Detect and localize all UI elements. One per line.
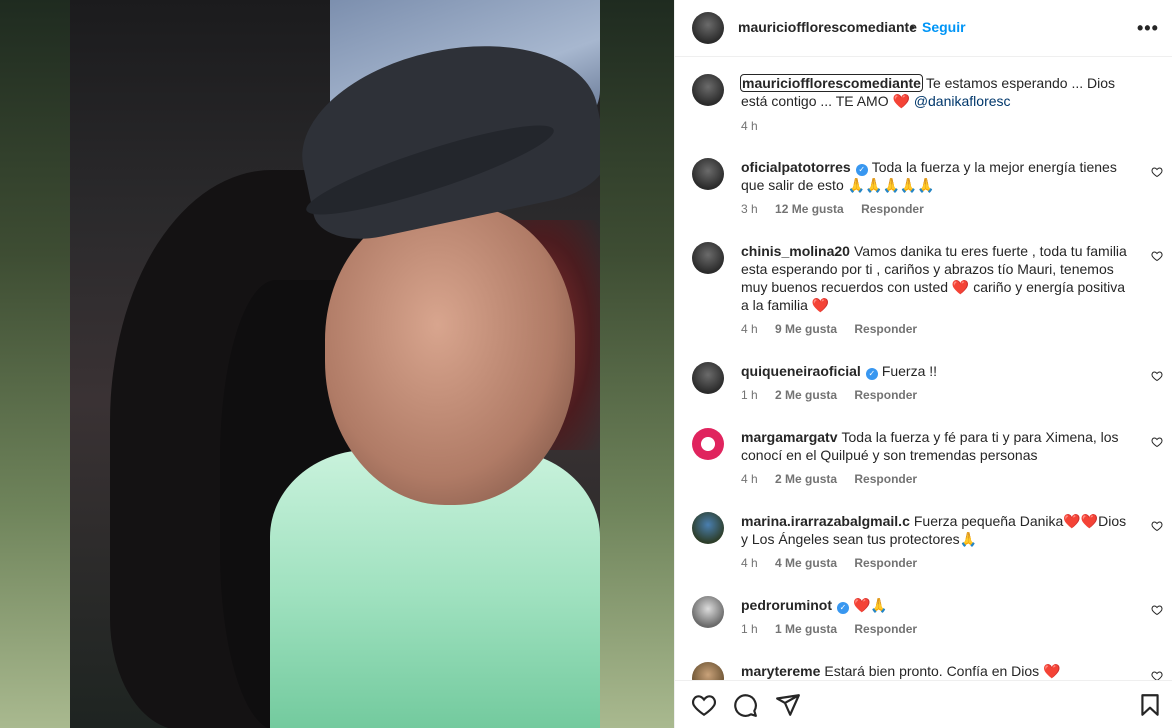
comment-username[interactable]: margamargatv [741, 429, 838, 445]
commenter-avatar[interactable] [692, 242, 724, 274]
comment-time[interactable]: 1 h [741, 388, 758, 402]
heart-icon[interactable] [1151, 166, 1163, 181]
comment-body: Estará bien pronto. Confía en Dios ❤️ [824, 663, 1061, 679]
post-photo[interactable] [70, 0, 600, 728]
send-icon[interactable] [775, 692, 801, 723]
caption-username[interactable]: mauriciofflorescomediante [740, 74, 923, 92]
author-avatar[interactable] [692, 74, 724, 106]
commenter-avatar[interactable] [692, 158, 724, 190]
comment-username[interactable]: pedroruminot [741, 597, 832, 613]
author-avatar[interactable] [692, 12, 724, 44]
reply-button[interactable]: Responder [854, 388, 917, 402]
post-panel: mauriciofflorescomediante • Seguir ••• m… [674, 0, 1172, 728]
comment-username[interactable]: oficialpatotorres [741, 159, 851, 175]
comment-meta: 4 h 2 Me gusta Responder [741, 472, 931, 486]
comment-likes[interactable]: 2 Me gusta [775, 388, 837, 402]
comment-time[interactable]: 4 h [741, 322, 758, 336]
comment-username[interactable]: quiqueneiraoficial [741, 363, 861, 379]
commenter-avatar[interactable] [692, 662, 724, 680]
caption-time[interactable]: 4 h [741, 119, 758, 133]
comment-text: pedroruminot ✓ ❤️🙏 [741, 596, 1131, 614]
comment-likes[interactable]: 4 Me gusta [775, 556, 837, 570]
post-header: mauriciofflorescomediante • Seguir ••• [675, 0, 1172, 57]
reply-button[interactable]: Responder [854, 472, 917, 486]
comment-text: marytereme Estará bien pronto. Confía en … [741, 662, 1131, 680]
comment-likes[interactable]: 12 Me gusta [775, 202, 844, 216]
commenter-avatar[interactable] [692, 512, 724, 544]
heart-icon[interactable] [691, 692, 717, 723]
comment-time[interactable]: 4 h [741, 472, 758, 486]
reply-button[interactable]: Responder [861, 202, 924, 216]
bookmark-icon[interactable] [1137, 692, 1163, 723]
comment-text: oficialpatotorres ✓ Toda la fuerza y la me… [741, 158, 1131, 194]
verified-icon: ✓ [865, 368, 878, 380]
verified-icon: ✓ [855, 164, 868, 176]
comment-likes[interactable]: 2 Me gusta [775, 472, 837, 486]
caption-text: mauriciofflorescomediante Te estamos espe… [740, 74, 1131, 110]
comment-likes[interactable]: 9 Me gusta [775, 322, 837, 336]
reply-button[interactable]: Responder [854, 622, 917, 636]
comment-time[interactable]: 1 h [741, 622, 758, 636]
caption-meta: 4 h [741, 119, 772, 133]
reply-button[interactable]: Responder [854, 322, 917, 336]
commenter-avatar[interactable] [692, 362, 724, 394]
comment-meta: 3 h 12 Me gusta Responder [741, 202, 938, 216]
mention-link[interactable]: @danikafloresc [914, 93, 1011, 109]
comment-time[interactable]: 4 h [741, 556, 758, 570]
comment-username[interactable]: chinis_molina20 [741, 243, 850, 259]
heart-icon[interactable] [1151, 250, 1163, 265]
action-bar [675, 680, 1172, 728]
comment-text: marina.irarrazabalgmail.c Fuerza pequeña … [741, 512, 1131, 548]
comment-meta: 4 h 9 Me gusta Responder [741, 322, 931, 336]
follow-button[interactable]: Seguir [922, 19, 966, 35]
comment-text: quiqueneiraoficial ✓ Fuerza !! [741, 362, 1131, 380]
verified-icon: ✓ [837, 602, 849, 614]
comment-meta: 4 h 4 Me gusta Responder [741, 556, 931, 570]
comment-text: margamargatv Toda la fuerza y fé para ti … [741, 428, 1131, 464]
comment-icon[interactable] [732, 692, 758, 723]
comment-body: ❤️🙏 [853, 597, 888, 613]
heart-icon[interactable] [1151, 604, 1163, 619]
comment-body: Fuerza !! [881, 363, 938, 379]
comment-time[interactable]: 3 h [741, 202, 758, 216]
heart-icon[interactable] [1151, 670, 1163, 680]
face [325, 205, 575, 505]
commenter-avatar[interactable] [692, 596, 724, 628]
comment-text: chinis_molina20 Vamos danika tu eres fuer… [741, 242, 1131, 314]
comment-username[interactable]: marytereme [741, 663, 820, 679]
heart-emoji: ❤️ [892, 93, 910, 109]
heart-icon[interactable] [1151, 436, 1163, 451]
comment-meta: 1 h 2 Me gusta Responder [741, 388, 931, 402]
comments-list[interactable]: mauriciofflorescomediante Te estamos espe… [675, 58, 1172, 680]
more-options-icon[interactable]: ••• [1137, 18, 1159, 39]
author-username[interactable]: mauriciofflorescomediante [738, 19, 917, 35]
separator-dot: • [910, 19, 915, 35]
comment-likes[interactable]: 1 Me gusta [775, 622, 837, 636]
comment-meta: 1 h 1 Me gusta Responder [741, 622, 931, 636]
commenter-avatar[interactable] [692, 428, 724, 460]
comment-username[interactable]: marina.irarrazabalgmail.c [741, 513, 910, 529]
heart-icon[interactable] [1151, 370, 1163, 385]
reply-button[interactable]: Responder [854, 556, 917, 570]
heart-icon[interactable] [1151, 520, 1163, 535]
